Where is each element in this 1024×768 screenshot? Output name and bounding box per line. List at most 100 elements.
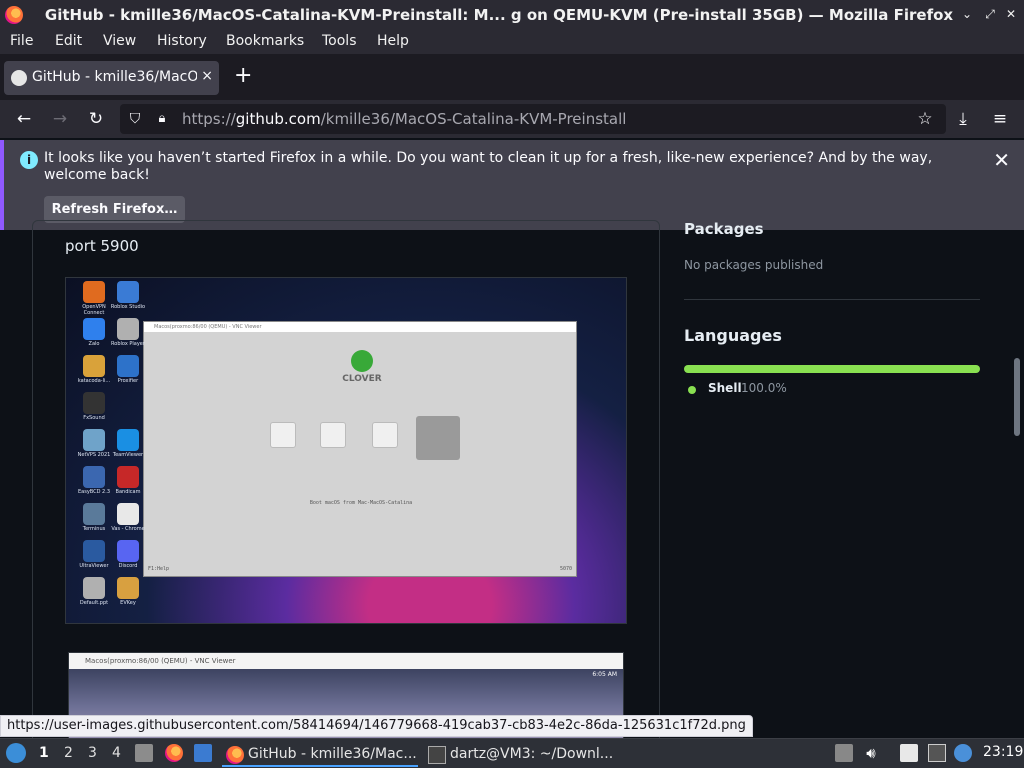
desktop-app-icon [117,503,139,525]
notification-close-icon[interactable]: ✕ [993,148,1010,172]
vnc-viewer-window: Macos(proxmo:86/00 (QEMU) - VNC Viewer C… [143,321,577,577]
desktop-app-icon [83,318,105,340]
task-terminal-label: dartz@VM3: ~/Downl... [450,746,614,762]
volume-icon[interactable]: 🔊︎ [862,744,880,762]
firefox-launcher-icon[interactable] [165,744,183,762]
language-name[interactable]: Shell [708,381,742,395]
languages-heading: Languages [684,326,782,345]
updates-icon[interactable] [954,744,972,762]
start-menu-icon[interactable] [6,743,26,763]
readme-screenshot-1[interactable]: Macos(proxmo:86/00 (QEMU) - VNC Viewer C… [65,277,627,624]
taskbar: 1 2 3 4 GitHub - kmille36/Mac... dartz@V… [0,738,1024,768]
desktop-app-label: Vas - Chrome [111,526,145,532]
window-title: GitHub - kmille36/MacOS-Catalina-KVM-Pre… [44,6,954,24]
menu-history[interactable]: History [157,33,207,49]
boot-volume-icon [372,422,398,448]
terminal-icon [428,746,446,764]
menu-view[interactable]: View [103,33,136,49]
tab-strip: GitHub - kmille36/MacOS × + [0,54,1024,100]
network-icon[interactable] [928,744,946,762]
app-menu-icon[interactable]: ≡ [989,108,1011,130]
vnc-footer-right: 5070 [559,566,572,572]
file-manager-icon[interactable] [135,744,153,762]
desktop-app-icon [117,540,139,562]
lock-icon[interactable]: 🔒︎ [151,108,173,130]
desktop-app-label: Roblox Player [111,341,145,347]
desktop-app-label: Bandicam [115,489,141,495]
desktop-app-icon [117,466,139,488]
desktop-app-icon [83,577,105,599]
selected-boot-volume-icon [416,416,460,460]
status-url: https://user-images.githubusercontent.co… [0,715,753,737]
desktop-app-icon [117,318,139,340]
restore-icon[interactable]: ⤢ [983,7,997,21]
clipboard-icon[interactable] [900,744,918,762]
minimize-icon[interactable]: ⌄ [960,7,974,21]
clock[interactable]: 23:19 [983,744,1023,760]
task-firefox[interactable]: GitHub - kmille36/Mac... [222,741,418,767]
desktop-app-icon [83,540,105,562]
workspace-4[interactable]: 4 [112,745,121,761]
shield-icon[interactable]: ⛉ [124,108,146,130]
tray-icon[interactable] [835,744,853,762]
forward-icon[interactable]: → [49,108,71,130]
language-dot-icon [688,386,696,394]
close-window-icon[interactable]: ✕ [1004,7,1018,21]
url-text[interactable]: https://github.com/kmille36/MacOS-Catali… [182,110,626,128]
desktop-app-icon [83,503,105,525]
back-icon[interactable]: ← [13,108,35,130]
notification-message: It looks like you haven’t started Firefo… [44,150,933,183]
desktop-app-label: Discord [118,563,138,569]
desktop-app-icon [83,392,105,414]
desktop-app-label: Proxifier [117,378,139,384]
desktop-app-label: FxSound [83,415,105,421]
reload-icon[interactable]: ↻ [85,108,107,130]
menu-tools[interactable]: Tools [322,33,357,49]
downloads-icon[interactable]: ⤓ [952,108,974,130]
desktop-app-label: EVKey [120,600,136,606]
info-icon: i [20,151,38,169]
boot-volume-icon [320,422,346,448]
task-terminal[interactable]: dartz@VM3: ~/Downl... [424,741,620,767]
packages-heading[interactable]: Packages [684,220,764,238]
bookmark-star-icon[interactable]: ☆ [914,108,936,130]
navigation-bar: ← → ↻ ⛉ 🔒︎ https://github.com/kmille36/M… [0,100,1024,138]
menu-file[interactable]: File [10,33,33,49]
menu-edit[interactable]: Edit [55,33,82,49]
page-scrollbar[interactable] [1014,358,1020,436]
vnc-title: Macos(proxmo:86/00 (QEMU) - VNC Viewer [144,322,576,332]
desktop-icon[interactable] [194,744,212,762]
vnc-footer-left: F1:Help [148,566,170,572]
refresh-firefox-button[interactable]: Refresh Firefox… [44,196,185,223]
menu-bookmarks[interactable]: Bookmarks [226,33,304,49]
workspace-2[interactable]: 2 [64,745,73,761]
desktop-app-label: TeamViewer [112,452,144,458]
desktop-app-label: Roblox Studio [110,304,146,310]
clover-text: CLOVER [342,374,382,384]
github-favicon-icon [11,70,27,86]
tab-close-icon[interactable]: × [201,68,213,84]
task-firefox-label: GitHub - kmille36/Mac... [248,746,417,762]
sidebar-divider [684,299,980,300]
refresh-notification: i It looks like you haven’t started Fire… [0,140,1024,230]
firefox-icon [226,746,244,764]
tab-label: GitHub - kmille36/MacOS [32,69,197,85]
desktop-app-icon [117,355,139,377]
vnc-title-2: Macos(proxmo:86/00 (QEMU) - VNC Viewer [69,653,623,669]
menu-help[interactable]: Help [377,33,409,49]
boot-text: Boot macOS from Mac-MacOS-Catalina [309,500,413,506]
language-percent: 100.0% [741,381,787,395]
menu-bar: File Edit View History Bookmarks Tools H… [0,30,1024,54]
firefox-logo-icon [5,6,23,24]
desktop-app-icon [117,281,139,303]
no-packages-text: No packages published [684,258,824,272]
clover-logo-icon [351,350,373,372]
window-titlebar: GitHub - kmille36/MacOS-Catalina-KVM-Pre… [0,0,1024,30]
boot-volume-icon [270,422,296,448]
workspace-1[interactable]: 1 [39,745,49,761]
desktop-app-icon [117,577,139,599]
url-bar[interactable]: ⛉ 🔒︎ https://github.com/kmille36/MacOS-C… [120,104,946,134]
new-tab-button[interactable]: + [234,65,252,87]
workspace-3[interactable]: 3 [88,745,97,761]
tab-github[interactable]: GitHub - kmille36/MacOS × [4,61,219,95]
